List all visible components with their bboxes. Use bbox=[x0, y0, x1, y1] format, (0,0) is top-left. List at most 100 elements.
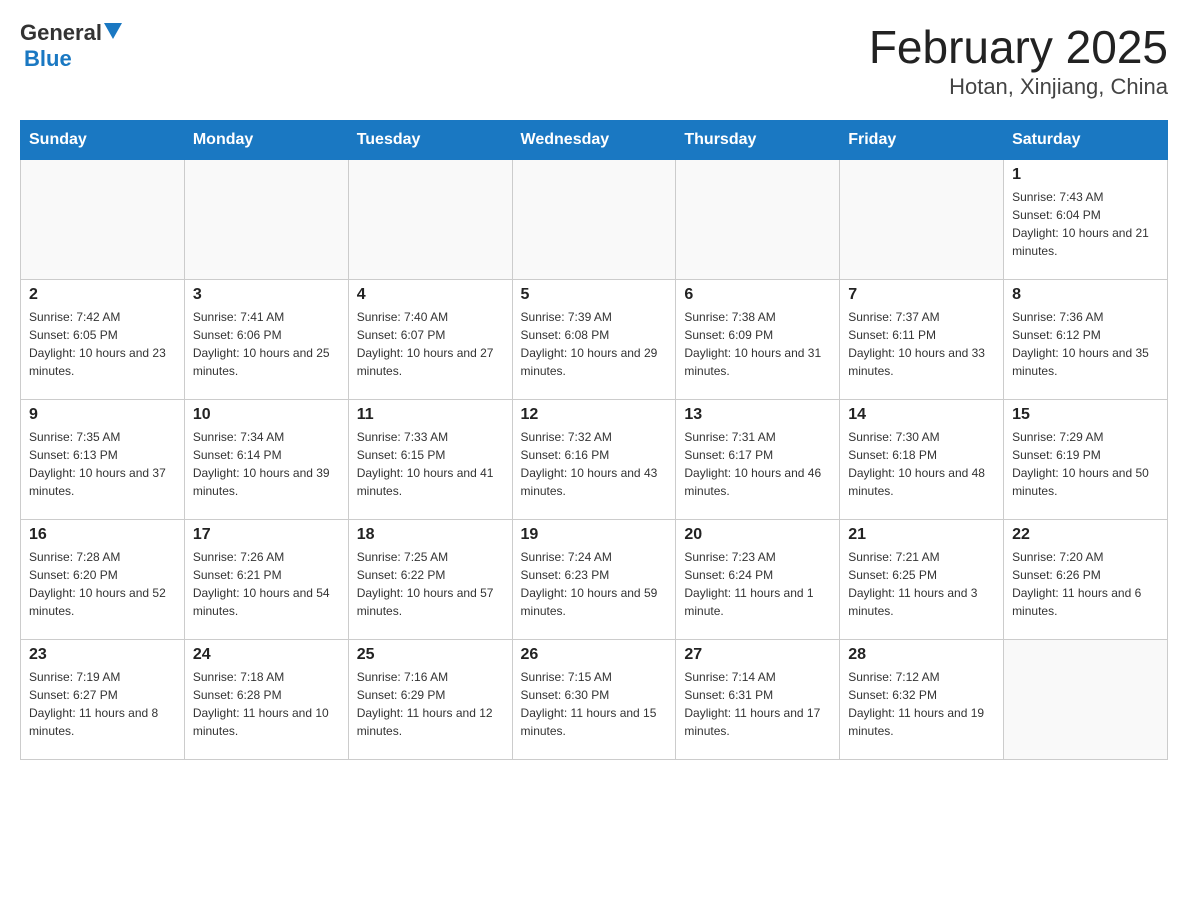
day-info: Sunrise: 7:16 AMSunset: 6:29 PMDaylight:… bbox=[357, 668, 504, 740]
calendar-week-row: 16 Sunrise: 7:28 AMSunset: 6:20 PMDayligh… bbox=[21, 520, 1168, 640]
day-number: 9 bbox=[29, 406, 176, 424]
day-number: 4 bbox=[357, 286, 504, 304]
table-row: 14Sunrise: 7:30 AMSunset: 6:18 PMDayligh… bbox=[840, 400, 1004, 520]
calendar-title: February 2025 bbox=[869, 20, 1168, 74]
calendar-table: Sunday Monday Tuesday Wednesday Thursday… bbox=[20, 120, 1168, 760]
header-thursday: Thursday bbox=[676, 121, 840, 160]
day-info: Sunrise: 7:42 AMSunset: 6:05 PMDaylight:… bbox=[29, 308, 176, 380]
day-number: 20 bbox=[684, 526, 831, 544]
calendar-week-row: 1 Sunrise: 7:43 AMSunset: 6:04 PMDaylight… bbox=[21, 160, 1168, 280]
day-number: 27 bbox=[684, 646, 831, 664]
day-info: Sunrise: 7:34 AMSunset: 6:14 PMDaylight:… bbox=[193, 428, 340, 500]
day-number: 8 bbox=[1012, 286, 1159, 304]
table-row: 11 Sunrise: 7:33 AMSunset: 6:15 PMDayligh… bbox=[348, 400, 512, 520]
day-info: Sunrise: 7:12 AMSunset: 6:32 PMDaylight:… bbox=[848, 668, 995, 740]
calendar-week-row: 23 Sunrise: 7:19 AMSunset: 6:27 PMDayligh… bbox=[21, 640, 1168, 760]
day-info: Sunrise: 7:19 AMSunset: 6:27 PMDaylight:… bbox=[29, 668, 176, 740]
table-row: 20 Sunrise: 7:23 AMSunset: 6:24 PMDayligh… bbox=[676, 520, 840, 640]
day-number: 22 bbox=[1012, 526, 1159, 544]
day-info: Sunrise: 7:43 AMSunset: 6:04 PMDaylight:… bbox=[1012, 188, 1159, 260]
day-info: Sunrise: 7:39 AMSunset: 6:08 PMDaylight:… bbox=[521, 308, 668, 380]
table-row bbox=[840, 160, 1004, 280]
table-row: 16 Sunrise: 7:28 AMSunset: 6:20 PMDayligh… bbox=[21, 520, 185, 640]
day-info: Sunrise: 7:40 AMSunset: 6:07 PMDaylight:… bbox=[357, 308, 504, 380]
day-number: 25 bbox=[357, 646, 504, 664]
table-row: 23 Sunrise: 7:19 AMSunset: 6:27 PMDayligh… bbox=[21, 640, 185, 760]
day-info: Sunrise: 7:20 AMSunset: 6:26 PMDaylight:… bbox=[1012, 548, 1159, 620]
table-row: 7 Sunrise: 7:37 AMSunset: 6:11 PMDaylight… bbox=[840, 280, 1004, 400]
table-row bbox=[184, 160, 348, 280]
header-tuesday: Tuesday bbox=[348, 121, 512, 160]
day-number: 21 bbox=[848, 526, 995, 544]
header-monday: Monday bbox=[184, 121, 348, 160]
table-row: 28 Sunrise: 7:12 AMSunset: 6:32 PMDayligh… bbox=[840, 640, 1004, 760]
logo: General Blue bbox=[20, 20, 122, 72]
table-row: 15Sunrise: 7:29 AMSunset: 6:19 PMDayligh… bbox=[1004, 400, 1168, 520]
day-number: 5 bbox=[521, 286, 668, 304]
day-number: 24 bbox=[193, 646, 340, 664]
logo-arrow-icon bbox=[104, 23, 122, 41]
day-info: Sunrise: 7:41 AMSunset: 6:06 PMDaylight:… bbox=[193, 308, 340, 380]
table-row: 1 Sunrise: 7:43 AMSunset: 6:04 PMDaylight… bbox=[1004, 160, 1168, 280]
day-number: 26 bbox=[521, 646, 668, 664]
logo-general-text: General bbox=[20, 20, 102, 46]
header-wednesday: Wednesday bbox=[512, 121, 676, 160]
day-number: 23 bbox=[29, 646, 176, 664]
table-row: 26Sunrise: 7:15 AMSunset: 6:30 PMDayligh… bbox=[512, 640, 676, 760]
logo-blue-text: Blue bbox=[24, 46, 72, 72]
day-number: 13 bbox=[684, 406, 831, 424]
day-number: 19 bbox=[521, 526, 668, 544]
day-info: Sunrise: 7:18 AMSunset: 6:28 PMDaylight:… bbox=[193, 668, 340, 740]
day-info: Sunrise: 7:26 AMSunset: 6:21 PMDaylight:… bbox=[193, 548, 340, 620]
day-number: 17 bbox=[193, 526, 340, 544]
day-number: 7 bbox=[848, 286, 995, 304]
table-row: 6Sunrise: 7:38 AMSunset: 6:09 PMDaylight… bbox=[676, 280, 840, 400]
table-row: 4 Sunrise: 7:40 AMSunset: 6:07 PMDaylight… bbox=[348, 280, 512, 400]
day-info: Sunrise: 7:33 AMSunset: 6:15 PMDaylight:… bbox=[357, 428, 504, 500]
day-number: 3 bbox=[193, 286, 340, 304]
day-info: Sunrise: 7:25 AMSunset: 6:22 PMDaylight:… bbox=[357, 548, 504, 620]
day-info: Sunrise: 7:32 AMSunset: 6:16 PMDaylight:… bbox=[521, 428, 668, 500]
day-number: 11 bbox=[357, 406, 504, 424]
table-row: 2 Sunrise: 7:42 AMSunset: 6:05 PMDaylight… bbox=[21, 280, 185, 400]
day-info: Sunrise: 7:21 AMSunset: 6:25 PMDaylight:… bbox=[848, 548, 995, 620]
table-row: 24 Sunrise: 7:18 AMSunset: 6:28 PMDayligh… bbox=[184, 640, 348, 760]
table-row bbox=[676, 160, 840, 280]
day-number: 15 bbox=[1012, 406, 1159, 424]
table-row: 18 Sunrise: 7:25 AMSunset: 6:22 PMDayligh… bbox=[348, 520, 512, 640]
weekday-header-row: Sunday Monday Tuesday Wednesday Thursday… bbox=[21, 121, 1168, 160]
day-number: 1 bbox=[1012, 166, 1159, 184]
day-info: Sunrise: 7:28 AMSunset: 6:20 PMDaylight:… bbox=[29, 548, 176, 620]
header-sunday: Sunday bbox=[21, 121, 185, 160]
day-number: 18 bbox=[357, 526, 504, 544]
day-number: 16 bbox=[29, 526, 176, 544]
day-number: 10 bbox=[193, 406, 340, 424]
title-section: February 2025 Hotan, Xinjiang, China bbox=[869, 20, 1168, 100]
day-info: Sunrise: 7:35 AMSunset: 6:13 PMDaylight:… bbox=[29, 428, 176, 500]
day-info: Sunrise: 7:14 AMSunset: 6:31 PMDaylight:… bbox=[684, 668, 831, 740]
day-info: Sunrise: 7:24 AMSunset: 6:23 PMDaylight:… bbox=[521, 548, 668, 620]
table-row: 8 Sunrise: 7:36 AMSunset: 6:12 PMDaylight… bbox=[1004, 280, 1168, 400]
table-row bbox=[348, 160, 512, 280]
day-number: 12 bbox=[521, 406, 668, 424]
day-info: Sunrise: 7:37 AMSunset: 6:11 PMDaylight:… bbox=[848, 308, 995, 380]
table-row: 17 Sunrise: 7:26 AMSunset: 6:21 PMDayligh… bbox=[184, 520, 348, 640]
day-info: Sunrise: 7:31 AMSunset: 6:17 PMDaylight:… bbox=[684, 428, 831, 500]
table-row: 19 Sunrise: 7:24 AMSunset: 6:23 PMDayligh… bbox=[512, 520, 676, 640]
day-number: 6 bbox=[684, 286, 831, 304]
day-info: Sunrise: 7:30 AMSunset: 6:18 PMDaylight:… bbox=[848, 428, 995, 500]
day-info: Sunrise: 7:23 AMSunset: 6:24 PMDaylight:… bbox=[684, 548, 831, 620]
table-row bbox=[1004, 640, 1168, 760]
day-number: 2 bbox=[29, 286, 176, 304]
table-row: 3 Sunrise: 7:41 AMSunset: 6:06 PMDaylight… bbox=[184, 280, 348, 400]
table-row: 21 Sunrise: 7:21 AMSunset: 6:25 PMDayligh… bbox=[840, 520, 1004, 640]
table-row bbox=[512, 160, 676, 280]
table-row: 9 Sunrise: 7:35 AMSunset: 6:13 PMDaylight… bbox=[21, 400, 185, 520]
calendar-week-row: 2 Sunrise: 7:42 AMSunset: 6:05 PMDaylight… bbox=[21, 280, 1168, 400]
table-row: 25 Sunrise: 7:16 AMSunset: 6:29 PMDayligh… bbox=[348, 640, 512, 760]
calendar-subtitle: Hotan, Xinjiang, China bbox=[869, 74, 1168, 100]
day-number: 28 bbox=[848, 646, 995, 664]
day-info: Sunrise: 7:36 AMSunset: 6:12 PMDaylight:… bbox=[1012, 308, 1159, 380]
table-row bbox=[21, 160, 185, 280]
table-row: 22 Sunrise: 7:20 AMSunset: 6:26 PMDayligh… bbox=[1004, 520, 1168, 640]
